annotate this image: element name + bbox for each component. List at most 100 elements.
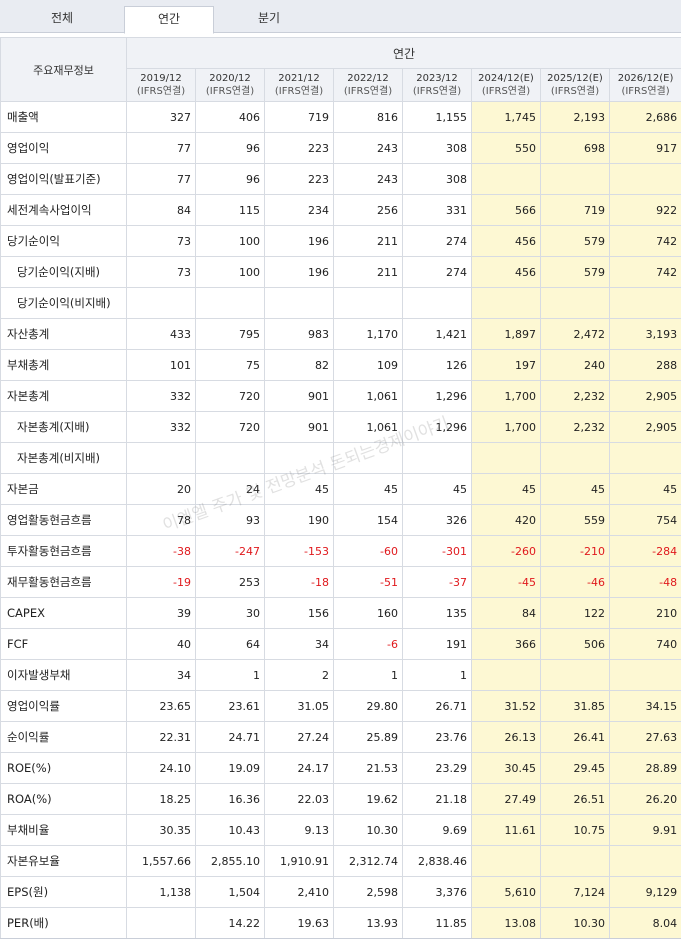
row-label: 자본총계: [0, 380, 127, 412]
column-basis: (IFRS연결): [136, 86, 186, 97]
table-cell: 34.15: [608, 690, 681, 722]
column-basis: (IFRS연결): [274, 86, 324, 97]
row-label: 당기순이익(비지배): [0, 287, 127, 319]
row-label: FCF: [0, 628, 127, 660]
table-cell: [608, 163, 681, 195]
table-cell: 253: [195, 566, 265, 598]
table-cell: 456: [471, 256, 541, 288]
table-cell: 456: [471, 225, 541, 257]
column-period: 2022/12: [347, 73, 389, 84]
table-row: PER(배) 14.22 19.63 13.93 11.85 13.08 10.30 8.04: [0, 907, 681, 939]
table-cell: 31.85: [540, 690, 610, 722]
table-cell: 2,472: [540, 318, 610, 350]
table-row: CAPEX 39 30 156 160 135 84 122 210: [0, 597, 681, 629]
table-cell: 983: [264, 318, 334, 350]
table-cell: 420: [471, 504, 541, 536]
table-cell: 84: [126, 194, 196, 226]
table-cell: 308: [402, 132, 472, 164]
row-header-label: 주요재무정보: [0, 37, 127, 102]
row-label: 영업이익률: [0, 690, 127, 722]
table-cell: -60: [333, 535, 403, 567]
column-period: 2024/12(E): [478, 73, 534, 84]
table-cell: 1,061: [333, 411, 403, 443]
tab-bar: 전체 연간 분기: [0, 0, 681, 34]
table-cell: [195, 442, 265, 474]
table-cell: [608, 845, 681, 877]
table-cell: 719: [264, 101, 334, 133]
table-cell: [608, 287, 681, 319]
table-cell: 24.71: [195, 721, 265, 753]
column-header: 2021/12 (IFRS연결): [264, 68, 334, 102]
table-cell: 21.18: [402, 783, 472, 815]
row-label: 당기순이익(지배): [0, 256, 127, 288]
table-cell: 2,193: [540, 101, 610, 133]
column-basis: (IFRS연결): [412, 86, 462, 97]
table-cell: -6: [333, 628, 403, 660]
table-cell: 19.63: [264, 907, 334, 939]
table-cell: 2,905: [608, 411, 681, 443]
table-row: 이자발생부채 34 1 2 1 1: [0, 659, 681, 691]
table-cell: 23.76: [402, 721, 472, 753]
row-label: 당기순이익: [0, 225, 127, 257]
table-cell: 26.13: [471, 721, 541, 753]
table-cell: 1,745: [471, 101, 541, 133]
column-header: 2022/12 (IFRS연결): [333, 68, 403, 102]
table-row: 자산총계 433 795 983 1,170 1,421 1,897 2,472 3,193: [0, 318, 681, 350]
table-row: ROE(%) 24.10 19.09 24.17 21.53 23.29 30.45 29.4…: [0, 752, 681, 784]
table-cell: [540, 845, 610, 877]
table-cell: 211: [333, 256, 403, 288]
table-row: 당기순이익 73 100 196 211 274 456 579 742: [0, 225, 681, 257]
table-cell: 210: [608, 597, 681, 629]
table-cell: 566: [471, 194, 541, 226]
table-cell: [402, 442, 472, 474]
tab-all[interactable]: 전체: [0, 6, 124, 33]
table-cell: [333, 287, 403, 319]
row-label: 부채비율: [0, 814, 127, 846]
table-row: FCF 40 64 34 -6 191 366 506 740: [0, 628, 681, 660]
row-label: 영업활동현금흐름: [0, 504, 127, 536]
table-row: 자본총계(지배) 332 720 901 1,061 1,296 1,700 2,232 2,9…: [0, 411, 681, 443]
tab-quarterly[interactable]: 분기: [214, 6, 324, 33]
table-cell: 101: [126, 349, 196, 381]
table-cell: 45: [540, 473, 610, 505]
row-label: 영업이익(발표기준): [0, 163, 127, 195]
table-cell: 1,504: [195, 876, 265, 908]
table-row: EPS(원) 1,138 1,504 2,410 2,598 3,376 5,610 7,12…: [0, 876, 681, 908]
table-cell: 2,232: [540, 411, 610, 443]
table-cell: 34: [264, 628, 334, 660]
row-label: 이자발생부채: [0, 659, 127, 691]
table-cell: 327: [126, 101, 196, 133]
table-cell: [126, 287, 196, 319]
table-cell: 11.61: [471, 814, 541, 846]
table-cell: 1: [402, 659, 472, 691]
table-cell: [540, 163, 610, 195]
table-row: 부채총계 101 75 82 109 126 197 240 288: [0, 349, 681, 381]
table-cell: -210: [540, 535, 610, 567]
table-cell: [471, 163, 541, 195]
table-cell: 331: [402, 194, 472, 226]
table-cell: 73: [126, 256, 196, 288]
table-cell: 23.61: [195, 690, 265, 722]
table-cell: 10.30: [333, 814, 403, 846]
table-cell: 27.49: [471, 783, 541, 815]
table-cell: 190: [264, 504, 334, 536]
table-cell: 1,897: [471, 318, 541, 350]
table-cell: 698: [540, 132, 610, 164]
table-cell: 1,700: [471, 411, 541, 443]
table-cell: 742: [608, 225, 681, 257]
table-cell: [540, 287, 610, 319]
table-cell: 3,376: [402, 876, 472, 908]
column-period: 2020/12: [209, 73, 251, 84]
column-period: 2021/12: [278, 73, 320, 84]
tab-annual[interactable]: 연간: [124, 6, 214, 34]
table-cell: 45: [402, 473, 472, 505]
table-cell: 31.52: [471, 690, 541, 722]
column-header: 2025/12(E) (IFRS연결): [540, 68, 610, 102]
table-cell: 77: [126, 132, 196, 164]
table-cell: 96: [195, 132, 265, 164]
column-basis: (IFRS연결): [550, 86, 600, 97]
table-cell: 901: [264, 380, 334, 412]
table-row: 영업이익 77 96 223 243 308 550 698 917: [0, 132, 681, 164]
column-basis: (IFRS연결): [481, 86, 531, 97]
table-row: 부채비율 30.35 10.43 9.13 10.30 9.69 11.61 10.75 9.9…: [0, 814, 681, 846]
